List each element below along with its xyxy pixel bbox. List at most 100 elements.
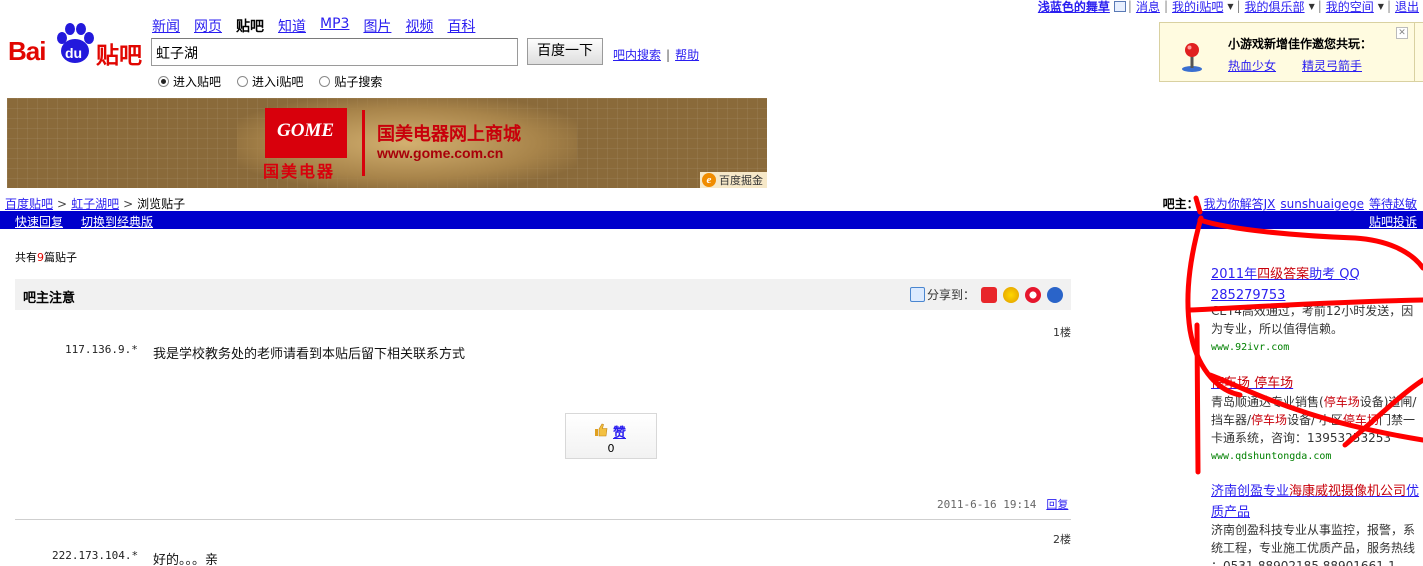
share-renren-icon[interactable] [981, 286, 997, 303]
game-promo-box: 小游戏新增佳作邀您共玩： 热血少女 精灵弓箭手 ✕ [1159, 22, 1415, 82]
owner-link[interactable]: 我为你解答JX [1204, 197, 1276, 211]
my-club-link[interactable]: 我的俱乐部 [1245, 0, 1305, 15]
bar-owners: 吧主： 我为你解答JX sunshuaigege 等待赵敏 [1163, 195, 1417, 212]
juejin-icon: e [702, 173, 716, 187]
user-bar: 浅蓝色的舞草 | 消息 | 我的i贴吧 ▼ | 我的俱乐部 ▼ | 我的空间 ▼… [1034, 0, 1423, 15]
breadcrumb-link[interactable]: 虹子湖吧 [71, 197, 119, 211]
messages-link[interactable]: 消息 [1136, 0, 1160, 15]
post-meta: 2011-6-16 19:14 回复 [937, 496, 1068, 512]
radio-search-posts[interactable]: 贴子搜索 [319, 73, 382, 90]
banner-url: www.gome.com.cn [377, 145, 504, 161]
radio-label: 进入i贴吧 [252, 75, 304, 89]
search-links: 吧内搜索 | 帮助 [613, 48, 700, 62]
logout-link[interactable]: 退出 [1395, 0, 1419, 15]
radio-label: 贴子搜索 [334, 75, 383, 89]
nav-video[interactable]: 视频 [405, 16, 433, 36]
ad-description: CET4高效通过，考前12小时发送，因为专业，所以值得信赖。 [1211, 304, 1414, 336]
logo-tieba-text: 贴吧 [96, 43, 142, 69]
promo-game-link[interactable]: 热血少女 [1228, 57, 1276, 74]
post-content: 好的。。。亲 [153, 553, 219, 566]
ad-url: www.92ivr.com [1211, 342, 1290, 353]
search-in-bar-link[interactable]: 吧内搜索 [613, 48, 661, 62]
nav-tieba[interactable]: 贴吧 [236, 16, 264, 36]
close-icon[interactable]: ✕ [1396, 27, 1408, 39]
share-baidu-icon[interactable] [1047, 286, 1063, 303]
poster-ip: 222.173.104.* [52, 549, 139, 562]
baidu-juejin-badge: e 百度掘金 [700, 172, 767, 188]
thread-title: 吧主注意 [23, 291, 76, 306]
reply-link[interactable]: 回复 [1046, 498, 1068, 511]
ad-title-link[interactable]: 停车场 停车场 [1211, 373, 1421, 394]
ad-title-link[interactable]: 济南创盈专业海康威视摄像机公司优质产品 [1211, 481, 1421, 523]
floor-number: 2楼 [1053, 533, 1071, 546]
banner-headline: 国美电器网上商城 [377, 124, 521, 145]
search-mode-radios: 进入贴吧 进入i贴吧 贴子搜索 [158, 73, 398, 90]
poster-ip: 117.136.9.* [65, 343, 138, 356]
ad-description: 青岛顺通达专业销售(停车场设备)道闸/挡车器/停车场设备/ 小区停车场门禁一卡通… [1211, 395, 1417, 445]
thread-toolbar: 快速回复 切换到经典版 贴吧投诉 [0, 211, 1423, 229]
nav-mp3[interactable]: MP3 [320, 16, 349, 36]
chevron-down-icon[interactable]: ▼ [1227, 2, 1233, 11]
post-count: 共有9篇贴子 [15, 251, 77, 264]
post-divider [15, 519, 1071, 520]
post-content: 我是学校教务处的老师请看到本贴后留下相关联系方式 [153, 347, 466, 362]
breadcrumb-link[interactable]: 百度贴吧 [5, 197, 53, 211]
owner-link[interactable]: 等待赵敏 [1369, 197, 1417, 211]
chevron-down-icon[interactable]: ▼ [1309, 2, 1315, 11]
ad-description: 济南创盈科技专业从事监控，报警，系统工程，专业施工优质产品，服务热线 ：0531… [1211, 523, 1416, 566]
like-label[interactable]: 赞 [613, 422, 626, 441]
thumbs-up-icon [595, 423, 608, 437]
logo-du-text: du [65, 45, 83, 61]
share-bar: 分享到： [909, 286, 1063, 303]
radio-label: 进入贴吧 [173, 75, 222, 89]
breadcrumb: 百度贴吧 > 虹子湖吧 > 浏览贴子 [5, 195, 185, 212]
logo-bai-text: Bai [8, 36, 46, 66]
my-itieba-link[interactable]: 我的i贴吧 [1172, 0, 1223, 15]
ad-title-link[interactable]: 2011年四级答案助考 QQ 285279753 [1211, 264, 1421, 306]
owner-link[interactable]: sunshuaigege [1280, 197, 1364, 211]
share-user-icon [909, 287, 925, 302]
my-space-link[interactable]: 我的空间 [1326, 0, 1374, 15]
promo-title: 小游戏新增佳作邀您共玩： [1228, 37, 1373, 51]
username-link[interactable]: 浅蓝色的舞草 [1038, 0, 1110, 15]
search-input[interactable]: 虹子湖 [151, 38, 518, 66]
radio-enter-itieba[interactable]: 进入i贴吧 [237, 73, 303, 90]
share-label: 分享到： [926, 288, 975, 302]
nav-baike[interactable]: 百科 [447, 16, 475, 36]
share-kaixin-icon[interactable] [1003, 286, 1019, 303]
radio-button[interactable] [158, 76, 169, 87]
classic-version-link[interactable]: 切换到经典版 [81, 213, 153, 230]
gome-logo-cn: 国美电器 [263, 162, 336, 181]
post-time: 2011-6-16 19:14 [937, 498, 1037, 511]
chevron-right-icon: > [123, 197, 134, 211]
nav-web[interactable]: 网页 [194, 16, 222, 36]
thread-header: 吧主注意 分享到： [15, 279, 1071, 310]
owners-label: 吧主： [1162, 197, 1199, 211]
quick-reply-link[interactable]: 快速回复 [15, 213, 63, 230]
gome-ad-banner[interactable]: GOME 国美电器 国美电器网上商城 www.gome.com.cn e 百度掘金 [7, 98, 767, 188]
radio-button[interactable] [237, 76, 249, 87]
radio-enter-tieba[interactable]: 进入贴吧 [158, 73, 221, 90]
nav-images[interactable]: 图片 [363, 16, 391, 36]
user-icon [1113, 0, 1126, 12]
product-nav: 新闻 网页 贴吧 知道 MP3 图片 视频 百科 [152, 16, 489, 36]
nav-news[interactable]: 新闻 [152, 16, 180, 36]
like-button[interactable]: 赞 0 [565, 413, 657, 459]
like-count: 0 [607, 442, 615, 455]
ad-url: www.qdshuntongda.com [1211, 451, 1332, 462]
promo-edge [1415, 22, 1423, 82]
breadcrumb-current: 浏览贴子 [137, 197, 186, 211]
baidu-tieba-logo[interactable]: Bai du 贴吧 [8, 18, 144, 69]
chevron-right-icon: > [57, 197, 68, 211]
promo-game-link[interactable]: 精灵弓箭手 [1302, 57, 1362, 74]
joystick-icon [1182, 43, 1202, 72]
nav-zhidao[interactable]: 知道 [278, 16, 306, 36]
floor-number: 1楼 [1053, 326, 1071, 339]
help-link[interactable]: 帮助 [675, 48, 699, 62]
share-weibo-icon[interactable] [1025, 286, 1041, 303]
radio-button[interactable] [319, 76, 331, 87]
chevron-down-icon[interactable]: ▼ [1378, 2, 1384, 11]
gome-logo: GOME [265, 108, 347, 158]
report-link[interactable]: 贴吧投诉 [1369, 213, 1417, 230]
search-button[interactable]: 百度一下 [527, 38, 603, 65]
